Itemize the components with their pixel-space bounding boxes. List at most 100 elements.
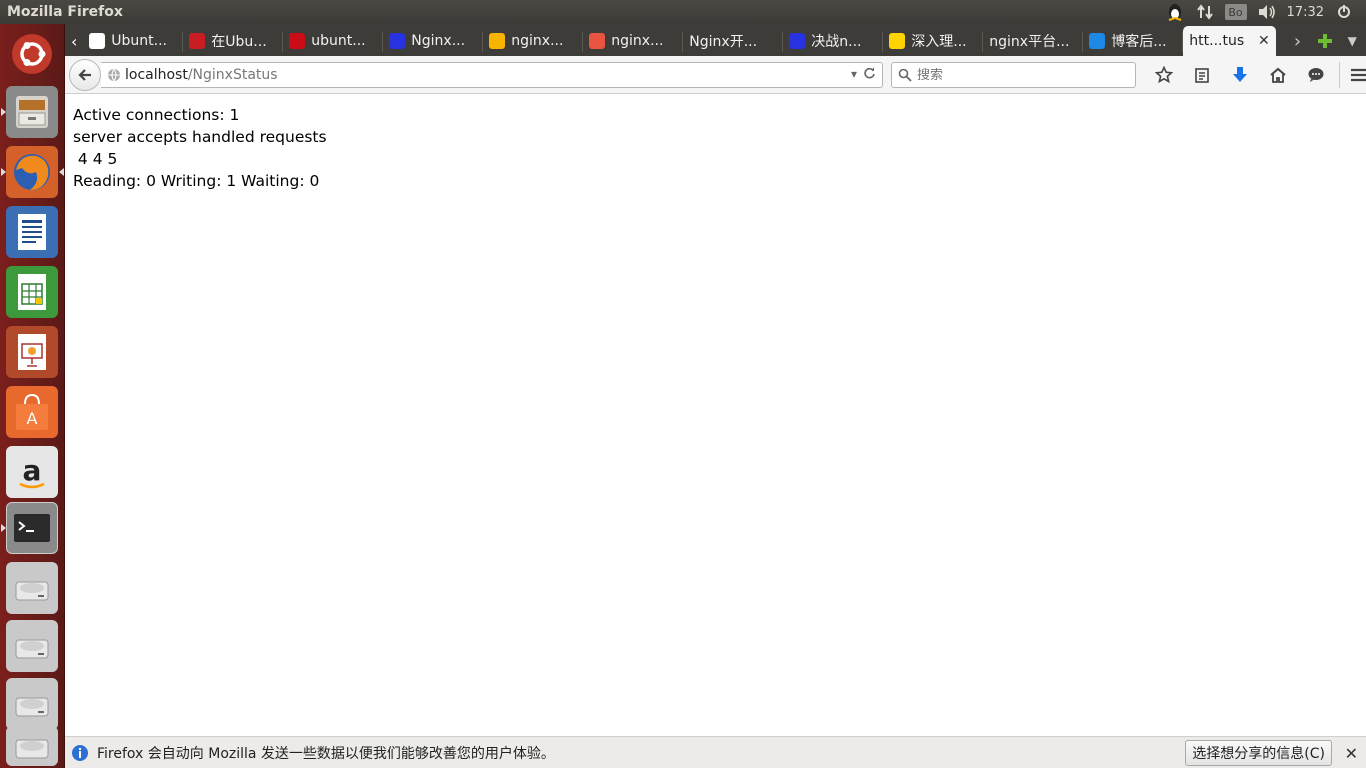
tab-label: htt...tus — [1189, 33, 1245, 49]
unity-launcher: A a — [0, 24, 65, 768]
launcher-firefox-button[interactable] — [6, 146, 58, 198]
tab-label: nginx平台... — [989, 34, 1070, 50]
tab-scroll-left-button[interactable]: ‹ — [65, 26, 83, 56]
tab-close-icon[interactable]: ✕ — [1258, 33, 1270, 49]
tab-label: 深入理... — [911, 34, 967, 50]
tab-4[interactable]: nginx... — [483, 26, 584, 56]
presentation-icon — [18, 334, 46, 370]
tab-label: Nginx... — [411, 33, 466, 49]
search-bar[interactable] — [891, 62, 1136, 88]
terminal-icon — [14, 514, 50, 542]
toolbar-icons — [1145, 62, 1366, 88]
tab-strip: ‹ Ubunt... 在Ubu... ubunt... Nginx... nginx..… — [65, 24, 1366, 56]
launcher-software-center-button[interactable]: A — [6, 386, 58, 438]
bookmark-star-button[interactable] — [1145, 62, 1183, 88]
reading-writing-waiting-line: Reading: 0 Writing: 1 Waiting: 0 — [73, 172, 320, 190]
home-icon — [1270, 67, 1286, 83]
baidu-paw-icon — [389, 33, 406, 49]
shield-icon — [589, 33, 606, 49]
tab-10[interactable]: 博客后... — [1083, 26, 1184, 56]
qq-penguin-icon[interactable] — [1165, 2, 1185, 22]
chevron-right-icon: › — [1293, 30, 1302, 52]
tab-active-nginx-status[interactable]: htt...tus ✕ — [1183, 26, 1276, 56]
amazon-icon: a — [19, 454, 45, 489]
launcher-terminal-button[interactable] — [6, 502, 58, 554]
bookmarks-menu-button[interactable] — [1183, 62, 1221, 88]
hard-drive-icon — [15, 581, 49, 601]
home-button[interactable] — [1259, 62, 1297, 88]
reload-icon[interactable] — [863, 67, 876, 83]
server-counts-line: 4 4 5 — [73, 150, 118, 168]
launcher-impress-button[interactable] — [6, 326, 58, 378]
choose-share-button[interactable]: 选择想分享的信息(C) — [1185, 740, 1332, 766]
bulb-icon — [489, 33, 506, 49]
downloads-button[interactable] — [1221, 62, 1259, 88]
globe-icon — [108, 68, 120, 82]
star-icon — [1155, 66, 1173, 84]
volume-icon[interactable] — [1257, 2, 1277, 22]
active-connections-line: Active connections: 1 — [73, 106, 240, 124]
launcher-drive-2-button[interactable] — [6, 620, 58, 672]
chat-button[interactable] — [1297, 62, 1335, 88]
network-arrows-icon[interactable] — [1195, 2, 1215, 22]
launcher-writer-button[interactable] — [6, 206, 58, 258]
tab-8[interactable]: 深入理... — [883, 26, 984, 56]
csdn-icon — [289, 33, 306, 49]
tab-6[interactable]: Nginx开... — [683, 26, 784, 56]
url-host: localhost — [125, 67, 188, 83]
ubuntu-logo-icon — [12, 34, 52, 74]
launcher-amazon-button[interactable]: a — [6, 446, 58, 498]
svg-text:a: a — [23, 454, 42, 487]
launcher-drive-3-button[interactable] — [6, 678, 58, 730]
tab-7[interactable]: 决战n... — [783, 26, 884, 56]
power-gear-icon[interactable] — [1334, 2, 1354, 22]
tab-5[interactable]: nginx... — [583, 26, 684, 56]
document-writer-icon — [18, 214, 46, 250]
url-bar[interactable]: localhost/NginxStatus ▾ — [101, 62, 883, 88]
tab-2[interactable]: ubunt... — [283, 26, 384, 56]
shopping-bag-icon: A — [16, 393, 48, 430]
tab-3[interactable]: Nginx... — [383, 26, 484, 56]
tab-9[interactable]: nginx平台... — [983, 26, 1084, 56]
hard-drive-icon — [15, 697, 49, 717]
firefox-window: ‹ Ubunt... 在Ubu... ubunt... Nginx... nginx..… — [65, 24, 1366, 768]
tab-label: Nginx开... — [689, 34, 758, 50]
tab-list-dropdown-button[interactable]: ▼ — [1339, 26, 1366, 56]
notification-close-icon[interactable]: ✕ — [1345, 744, 1358, 763]
page-content: Active connections: 1 server accepts han… — [73, 104, 327, 192]
launcher-drive-4-button[interactable] — [6, 726, 58, 766]
notification-bar: Firefox 会自动向 Mozilla 发送一些数据以便我们能够改善您的用户体… — [65, 736, 1366, 768]
url-path: /NginxStatus — [187, 67, 278, 83]
launcher-drive-1-button[interactable] — [6, 562, 58, 614]
launcher-dash-button[interactable] — [6, 28, 58, 80]
tab-label: 博客后... — [1111, 34, 1167, 50]
navigation-toolbar: localhost/NginxStatus ▾ — [65, 56, 1366, 94]
search-icon — [898, 68, 912, 82]
window-title: Mozilla Firefox — [7, 4, 123, 20]
chevron-left-icon: ‹ — [70, 31, 78, 51]
system-tray: Bo 17:32 — [1165, 0, 1366, 24]
clipboard-icon — [1195, 68, 1209, 83]
keyboard-layout-indicator[interactable]: Bo — [1224, 4, 1247, 20]
baidu-paw-icon — [789, 33, 806, 49]
spreadsheet-icon — [18, 274, 46, 310]
info-icon — [72, 744, 88, 761]
back-button[interactable] — [69, 59, 101, 91]
tab-label: 决战n... — [811, 34, 862, 50]
download-arrow-icon — [1233, 67, 1247, 82]
tab-0[interactable]: Ubunt... — [83, 26, 184, 56]
url-history-dropdown-icon[interactable]: ▾ — [851, 67, 857, 83]
hamburger-menu-icon — [1350, 68, 1366, 82]
open-menu-button[interactable] — [1339, 62, 1366, 88]
new-tab-button[interactable] — [1311, 26, 1338, 56]
clock[interactable]: 17:32 — [1287, 5, 1324, 20]
tab-scroll-right-button[interactable]: › — [1284, 26, 1311, 56]
launcher-files-button[interactable] — [6, 86, 58, 138]
tab-list: Ubunt... 在Ubu... ubunt... Nginx... nginx... n… — [83, 26, 1184, 56]
tab-label: nginx... — [511, 33, 564, 49]
chevron-down-icon: ▼ — [1347, 34, 1357, 48]
server-header-line: server accepts handled requests — [73, 128, 327, 146]
tab-1[interactable]: 在Ubu... — [183, 26, 284, 56]
search-input[interactable] — [917, 67, 1117, 83]
launcher-calc-button[interactable] — [6, 266, 58, 318]
